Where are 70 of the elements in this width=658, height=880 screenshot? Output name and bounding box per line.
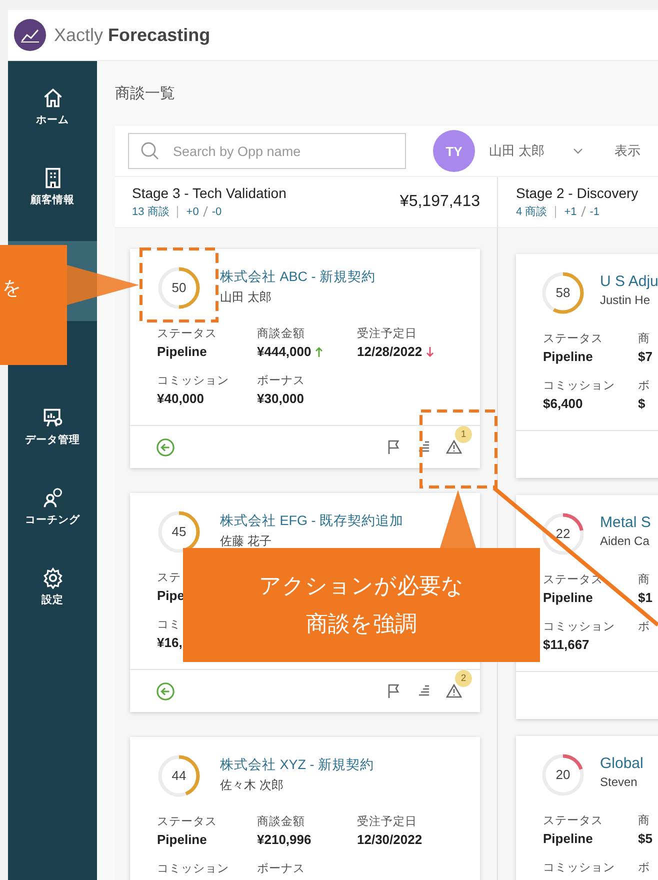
- field-value: Pipeline: [543, 590, 593, 605]
- field-label: コミッション: [157, 862, 230, 876]
- field-label: 受注予定日: [357, 326, 418, 341]
- deal-owner: Steven: [600, 775, 638, 789]
- field-value: $5: [638, 831, 652, 846]
- field-label: コミッション: [157, 374, 230, 388]
- field-value: $7: [638, 349, 652, 364]
- score-ring: 22: [540, 511, 586, 557]
- field-label: 商: [638, 572, 651, 587]
- field-value: 12/30/2022: [357, 832, 422, 847]
- deal-owner: Justin He: [600, 293, 652, 307]
- field-label: コミッション: [543, 861, 616, 875]
- deals-removed: -0: [212, 206, 222, 218]
- column-title: Stage 2 - Discovery: [516, 185, 638, 201]
- field-label: ボ: [638, 620, 651, 634]
- callout-text: を: [2, 277, 21, 301]
- field-value: $6,400: [543, 396, 583, 411]
- deals-added: +0: [186, 206, 199, 218]
- field-value: $: [638, 396, 646, 411]
- field-value: ¥30,000: [257, 391, 304, 406]
- column-total: ¥5,197,413: [400, 193, 480, 211]
- field-label: ボーナス: [257, 374, 306, 388]
- field-value: 12/28/2022: [357, 344, 422, 359]
- deal-count: 13 商談: [132, 204, 170, 219]
- field-label: ボ: [638, 379, 651, 393]
- field-value: Pipe: [157, 588, 184, 603]
- field-label: 商談金額: [257, 326, 306, 341]
- column-title: Stage 3 - Tech Validation: [132, 185, 286, 201]
- field-label: ステータス: [157, 327, 218, 341]
- field-label: 受注予定日: [357, 814, 418, 829]
- score-ring: 50: [156, 265, 202, 311]
- field-value: ¥210,996: [257, 832, 312, 847]
- field-label: 商: [638, 813, 651, 828]
- deal-owner: 佐々木 次郎: [220, 777, 284, 794]
- page-title: 商談一覧: [115, 84, 176, 104]
- deal-count: 4 商談: [516, 204, 548, 219]
- callout-text: アクションが必要な: [259, 572, 464, 600]
- deal-owner: Aiden Ca: [600, 534, 650, 548]
- alert-count-badge: 1: [455, 426, 472, 443]
- field-value: Pipeline: [157, 344, 207, 359]
- deals-removed: -1: [590, 206, 600, 218]
- deals-added: +1: [564, 206, 577, 218]
- field-value: ¥40,000: [157, 391, 204, 406]
- field-value: Pipeline: [543, 349, 593, 364]
- field-label: コミ: [157, 618, 182, 632]
- field-value: Pipeline: [157, 832, 207, 847]
- field-value: Pipeline: [543, 831, 593, 846]
- field-value: ¥16,: [157, 635, 182, 650]
- field-value: $11,667: [543, 637, 590, 652]
- field-label: ステータス: [157, 815, 218, 829]
- user-name: 山田 太郎: [489, 142, 545, 160]
- app-name: Xactly Forecasting: [54, 24, 210, 46]
- score-ring: 44: [156, 753, 202, 799]
- score-ring: 58: [540, 270, 586, 316]
- field-value: ¥444,000: [257, 344, 312, 359]
- deal-owner: 山田 太郎: [220, 289, 272, 306]
- field-label: ステータス: [543, 332, 604, 346]
- callout-text: 商談を強調: [306, 610, 417, 638]
- field-label: コミッション: [543, 620, 616, 634]
- field-label: ボ: [638, 861, 651, 875]
- field-label: コミッション: [543, 379, 616, 393]
- field-label: ステ: [157, 571, 182, 585]
- score-ring: 20: [540, 752, 586, 798]
- field-label: ステータス: [543, 814, 604, 828]
- field-value: $1: [638, 590, 652, 605]
- field-label: ボーナス: [257, 862, 306, 876]
- deal-owner: 佐藤 花子: [220, 533, 272, 550]
- field-label: 商談金額: [257, 814, 306, 829]
- alert-count-badge: 2: [455, 670, 472, 687]
- field-label: 商: [638, 331, 651, 346]
